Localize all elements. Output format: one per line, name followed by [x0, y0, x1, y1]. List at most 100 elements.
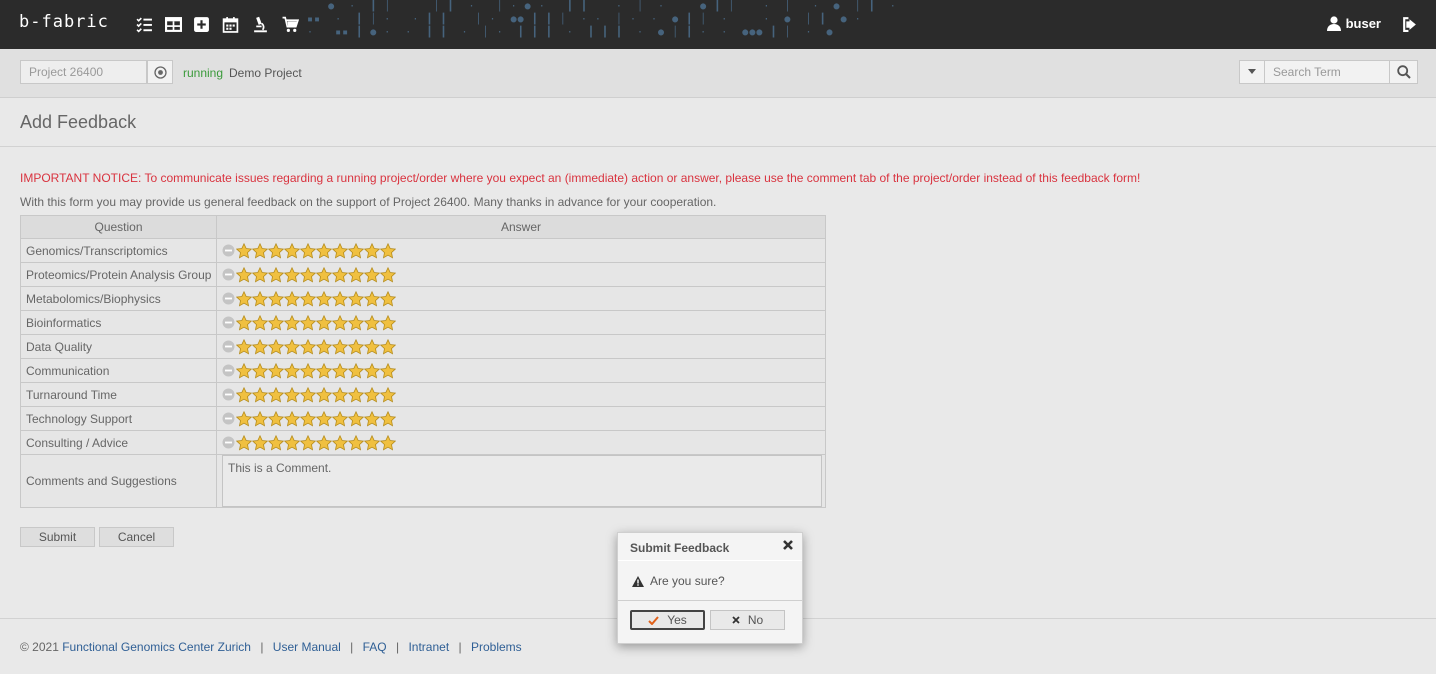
star-icon[interactable]: [252, 362, 268, 379]
cancel-rating-icon[interactable]: [222, 316, 236, 329]
star-icon[interactable]: [364, 266, 380, 283]
cancel-rating-icon[interactable]: [222, 436, 236, 449]
star-rating[interactable]: [222, 410, 825, 427]
footer-link-problems[interactable]: Problems: [471, 640, 522, 654]
search-scope-dropdown[interactable]: [1239, 60, 1265, 84]
star-icon[interactable]: [268, 386, 284, 403]
star-icon[interactable]: [236, 290, 252, 307]
cancel-rating-icon[interactable]: [222, 388, 236, 401]
search-input[interactable]: Search Term: [1264, 60, 1391, 84]
star-icon[interactable]: [316, 266, 332, 283]
star-icon[interactable]: [380, 386, 396, 403]
star-icon[interactable]: [316, 290, 332, 307]
star-rating[interactable]: [222, 362, 825, 379]
star-icon[interactable]: [300, 266, 316, 283]
star-icon[interactable]: [316, 362, 332, 379]
star-icon[interactable]: [380, 362, 396, 379]
star-icon[interactable]: [300, 362, 316, 379]
checklist-icon[interactable]: [136, 16, 153, 33]
star-icon[interactable]: [348, 266, 364, 283]
star-icon[interactable]: [300, 410, 316, 427]
star-icon[interactable]: [348, 386, 364, 403]
project-target-button[interactable]: [147, 60, 173, 84]
star-icon[interactable]: [236, 314, 252, 331]
star-icon[interactable]: [252, 386, 268, 403]
star-icon[interactable]: [364, 410, 380, 427]
star-icon[interactable]: [252, 290, 268, 307]
star-icon[interactable]: [300, 386, 316, 403]
star-rating[interactable]: [222, 290, 825, 307]
star-icon[interactable]: [380, 314, 396, 331]
star-icon[interactable]: [268, 434, 284, 451]
cancel-rating-icon[interactable]: [222, 292, 236, 305]
star-icon[interactable]: [252, 410, 268, 427]
star-rating[interactable]: [222, 338, 825, 355]
star-icon[interactable]: [236, 338, 252, 355]
star-icon[interactable]: [332, 362, 348, 379]
star-icon[interactable]: [300, 434, 316, 451]
star-rating[interactable]: [222, 242, 825, 259]
star-icon[interactable]: [284, 242, 300, 259]
star-icon[interactable]: [380, 242, 396, 259]
star-icon[interactable]: [332, 266, 348, 283]
cancel-rating-icon[interactable]: [222, 244, 236, 257]
yes-button[interactable]: Yes: [630, 610, 705, 630]
footer-link-faq[interactable]: FAQ: [363, 640, 387, 654]
star-icon[interactable]: [252, 434, 268, 451]
star-icon[interactable]: [380, 290, 396, 307]
logout-icon[interactable]: [1401, 16, 1418, 33]
star-icon[interactable]: [380, 266, 396, 283]
star-icon[interactable]: [236, 242, 252, 259]
star-icon[interactable]: [380, 410, 396, 427]
star-icon[interactable]: [364, 290, 380, 307]
star-icon[interactable]: [380, 338, 396, 355]
star-icon[interactable]: [268, 338, 284, 355]
cancel-rating-icon[interactable]: [222, 340, 236, 353]
cancel-rating-icon[interactable]: [222, 412, 236, 425]
star-icon[interactable]: [316, 386, 332, 403]
star-icon[interactable]: [268, 290, 284, 307]
star-icon[interactable]: [284, 314, 300, 331]
star-icon[interactable]: [380, 434, 396, 451]
star-icon[interactable]: [236, 410, 252, 427]
star-icon[interactable]: [348, 290, 364, 307]
plus-square-icon[interactable]: [193, 16, 210, 33]
star-icon[interactable]: [300, 290, 316, 307]
star-icon[interactable]: [300, 338, 316, 355]
star-icon[interactable]: [300, 242, 316, 259]
star-icon[interactable]: [236, 386, 252, 403]
star-icon[interactable]: [284, 434, 300, 451]
star-rating[interactable]: [222, 434, 825, 451]
star-icon[interactable]: [252, 242, 268, 259]
star-rating[interactable]: [222, 314, 825, 331]
star-icon[interactable]: [348, 242, 364, 259]
star-icon[interactable]: [332, 242, 348, 259]
star-icon[interactable]: [284, 338, 300, 355]
no-button[interactable]: No: [710, 610, 785, 630]
star-icon[interactable]: [364, 386, 380, 403]
app-logo[interactable]: b-fabric: [19, 12, 109, 32]
submit-button[interactable]: Submit: [20, 527, 95, 547]
star-icon[interactable]: [252, 314, 268, 331]
star-rating[interactable]: [222, 386, 825, 403]
user-menu[interactable]: buser: [1326, 16, 1381, 31]
star-icon[interactable]: [364, 242, 380, 259]
star-icon[interactable]: [332, 338, 348, 355]
star-icon[interactable]: [284, 386, 300, 403]
cancel-button[interactable]: Cancel: [99, 527, 174, 547]
star-icon[interactable]: [284, 410, 300, 427]
star-icon[interactable]: [252, 338, 268, 355]
star-icon[interactable]: [364, 338, 380, 355]
footer-link-intranet[interactable]: Intranet: [408, 640, 449, 654]
cancel-rating-icon[interactable]: [222, 364, 236, 377]
star-icon[interactable]: [316, 242, 332, 259]
footer-link-user-manual[interactable]: User Manual: [273, 640, 341, 654]
star-icon[interactable]: [284, 290, 300, 307]
star-icon[interactable]: [364, 434, 380, 451]
star-rating[interactable]: [222, 266, 825, 283]
star-icon[interactable]: [252, 266, 268, 283]
star-icon[interactable]: [364, 362, 380, 379]
comment-textarea[interactable]: This is a Comment.: [222, 455, 822, 507]
star-icon[interactable]: [332, 410, 348, 427]
star-icon[interactable]: [284, 362, 300, 379]
